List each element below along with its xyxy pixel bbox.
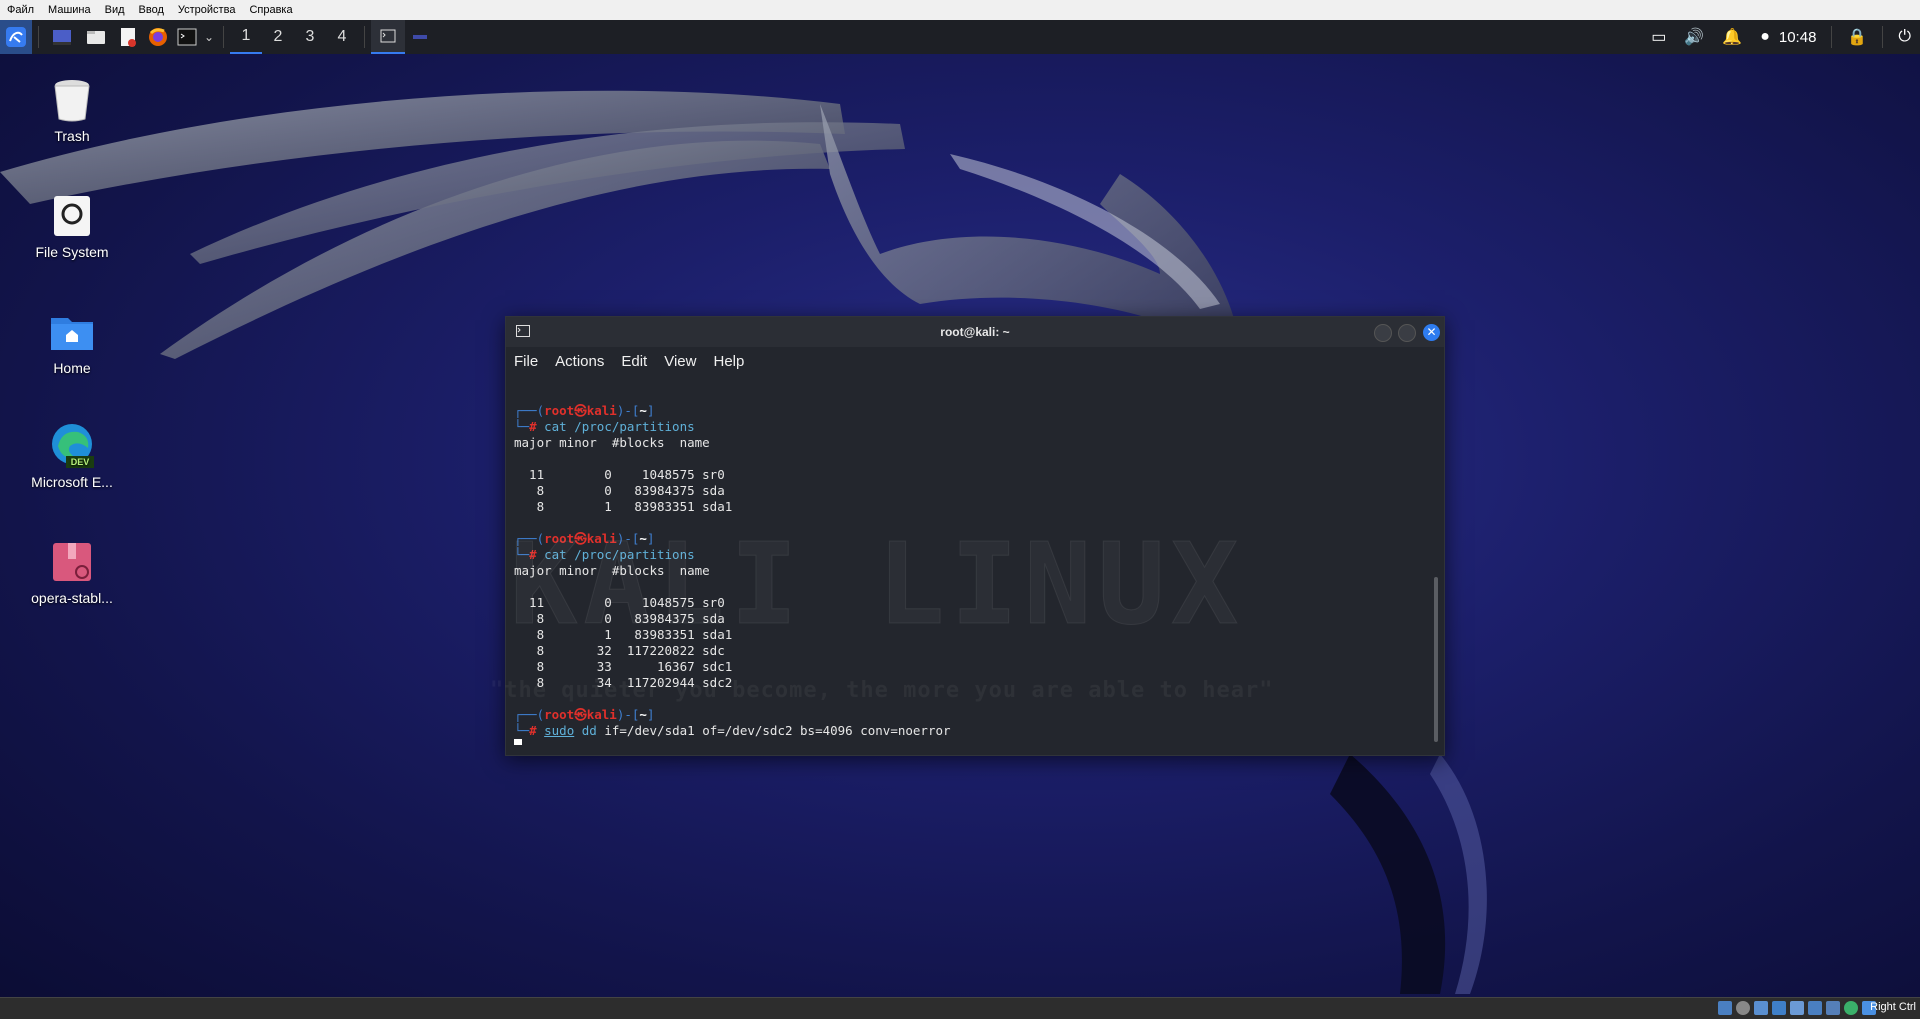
partition-row: 11 0 1048575 sr0 <box>514 595 725 610</box>
host-key-label: Right Ctrl <box>1870 1001 1916 1013</box>
volume-icon[interactable]: 🔊 <box>1684 27 1704 47</box>
close-icon[interactable]: ✕ <box>1423 324 1440 341</box>
desktop-trash-label: Trash <box>54 128 90 144</box>
edge-dev-icon: DEV <box>48 422 96 470</box>
terminal-menubar: File Actions Edit View Help <box>506 347 1444 375</box>
terminal-launcher-icon[interactable] <box>173 20 201 54</box>
partitions-header: major minor #blocks name <box>514 563 710 578</box>
partition-row: 8 32 117220822 sdc <box>514 643 725 658</box>
terminal-window: root@kali: ~ ✕ File Actions Edit View He… <box>505 316 1445 756</box>
prompt-dir: ~ <box>639 403 647 418</box>
terminal-cursor <box>514 739 522 745</box>
maximize-button[interactable] <box>1398 324 1416 342</box>
recording-status-icon[interactable] <box>1844 1001 1858 1015</box>
vbox-menu-input[interactable]: Ввод <box>132 4 171 16</box>
terminal-titlebar[interactable]: root@kali: ~ ✕ <box>506 317 1444 347</box>
svg-text:DEV: DEV <box>71 457 90 467</box>
prompt-host: kali <box>586 531 617 546</box>
terminal-menu-view[interactable]: View <box>664 353 696 370</box>
terminal-menu-actions[interactable]: Actions <box>555 353 604 370</box>
partition-row: 8 0 83984375 sda <box>514 483 725 498</box>
current-command-args: if=/dev/sda1 of=/dev/sdc2 bs=4096 conv=n… <box>604 723 951 738</box>
workspace-3[interactable]: 3 <box>294 20 326 54</box>
display-status-icon[interactable] <box>1826 1001 1840 1015</box>
partition-row: 8 33 16367 sdc1 <box>514 659 733 674</box>
desktop-microsoft-edge-label: Microsoft E... <box>31 474 113 490</box>
partitions-header: major minor #blocks name <box>514 435 710 450</box>
vbox-status-bar: Right Ctrl <box>0 997 1920 1019</box>
file-manager-icon[interactable] <box>79 20 113 54</box>
prompt-host: kali <box>586 707 617 722</box>
vbox-menu-file[interactable]: Файл <box>0 4 41 16</box>
terminal-menu-file[interactable]: File <box>514 353 538 370</box>
optical-drive-icon[interactable] <box>1736 1001 1750 1015</box>
notifications-icon[interactable]: 🔔 <box>1722 27 1742 47</box>
prompt-dir: ~ <box>639 707 647 722</box>
chevron-down-icon[interactable]: ⌄ <box>201 20 217 54</box>
drive-icon <box>48 192 96 240</box>
command-text: cat /proc/partitions <box>544 547 695 562</box>
network-status-icon[interactable] <box>1772 1001 1786 1015</box>
show-desktop-icon[interactable] <box>45 20 79 54</box>
partition-row: 8 34 117202944 sdc2 <box>514 675 733 690</box>
terminal-menu-help[interactable]: Help <box>713 353 744 370</box>
desktop-home[interactable]: Home <box>12 308 132 376</box>
desktop-home-label: Home <box>53 360 91 376</box>
terminal-title: root@kali: ~ <box>940 325 1010 339</box>
minimize-button[interactable] <box>1374 324 1392 342</box>
desktop-file-system-label: File System <box>35 244 109 260</box>
shared-folders-icon[interactable] <box>1808 1001 1822 1015</box>
vbox-menubar: Файл Машина Вид Ввод Устройства Справка <box>0 0 1920 21</box>
desktop-microsoft-edge[interactable]: DEV Microsoft E... <box>12 422 132 490</box>
partition-row: 11 0 1048575 sr0 <box>514 467 725 482</box>
desktop-opera-package-label: opera-stabl... <box>31 590 113 606</box>
vbox-menu-devices[interactable]: Устройства <box>171 4 243 16</box>
text-editor-icon[interactable] <box>113 20 143 54</box>
logout-icon[interactable]: ⏻ <box>1898 28 1911 46</box>
partition-row: 8 1 83983351 sda1 <box>514 499 733 514</box>
partition-row: 8 1 83983351 sda1 <box>514 627 733 642</box>
terminal-menu-edit[interactable]: Edit <box>621 353 647 370</box>
current-command-prog: sudo <box>544 723 575 738</box>
workspace-2[interactable]: 2 <box>262 20 294 54</box>
current-command-tool: dd <box>581 723 597 738</box>
vbox-menu-help[interactable]: Справка <box>242 4 299 16</box>
workspace-4[interactable]: 4 <box>326 20 358 54</box>
home-folder-icon <box>48 308 96 356</box>
command-text: cat /proc/partitions <box>544 419 695 434</box>
prompt-user: root <box>544 531 575 546</box>
terminal-scrollbar[interactable] <box>1434 577 1438 742</box>
prompt-user: root <box>544 403 575 418</box>
trash-icon <box>48 76 96 124</box>
prompt-user: root <box>544 707 575 722</box>
desktop-trash[interactable]: Trash <box>12 76 132 144</box>
vbox-menu-view[interactable]: Вид <box>98 4 132 16</box>
taskbar-terminal-window[interactable] <box>371 20 405 54</box>
audio-status-icon[interactable] <box>1754 1001 1768 1015</box>
hdd-status-icon[interactable] <box>1718 1001 1732 1015</box>
prompt-dir: ~ <box>639 531 647 546</box>
kali-menu-icon[interactable] <box>0 20 32 54</box>
clock[interactable]: 10:48 <box>1779 29 1817 46</box>
firefox-icon[interactable] <box>143 20 173 54</box>
prompt-host: kali <box>586 403 617 418</box>
usb-status-icon[interactable] <box>1790 1001 1804 1015</box>
lock-icon[interactable]: 🔒 <box>1847 27 1867 47</box>
taskbar-window-thumbnail[interactable] <box>405 20 435 54</box>
desktop-file-system[interactable]: File System <box>12 192 132 260</box>
power-manager-icon[interactable]: ● <box>1760 28 1770 46</box>
workspace-1[interactable]: 1 <box>230 20 262 54</box>
terminal-output[interactable]: ┌──(root㉿kali)-[~] └─# cat /proc/partiti… <box>514 387 1424 745</box>
top-panel: ⌄ 1 2 3 4 ▭ 🔊 🔔 ● 10:48 🔒 ⏻ <box>0 20 1920 54</box>
vbox-menu-machine[interactable]: Машина <box>41 4 98 16</box>
system-tray: ▭ 🔊 🔔 ● 10:48 🔒 ⏻ <box>1642 20 1920 54</box>
display-icon[interactable]: ▭ <box>1651 27 1666 47</box>
package-icon <box>48 538 96 586</box>
desktop-opera-package[interactable]: opera-stabl... <box>12 538 132 606</box>
partition-row: 8 0 83984375 sda <box>514 611 725 626</box>
